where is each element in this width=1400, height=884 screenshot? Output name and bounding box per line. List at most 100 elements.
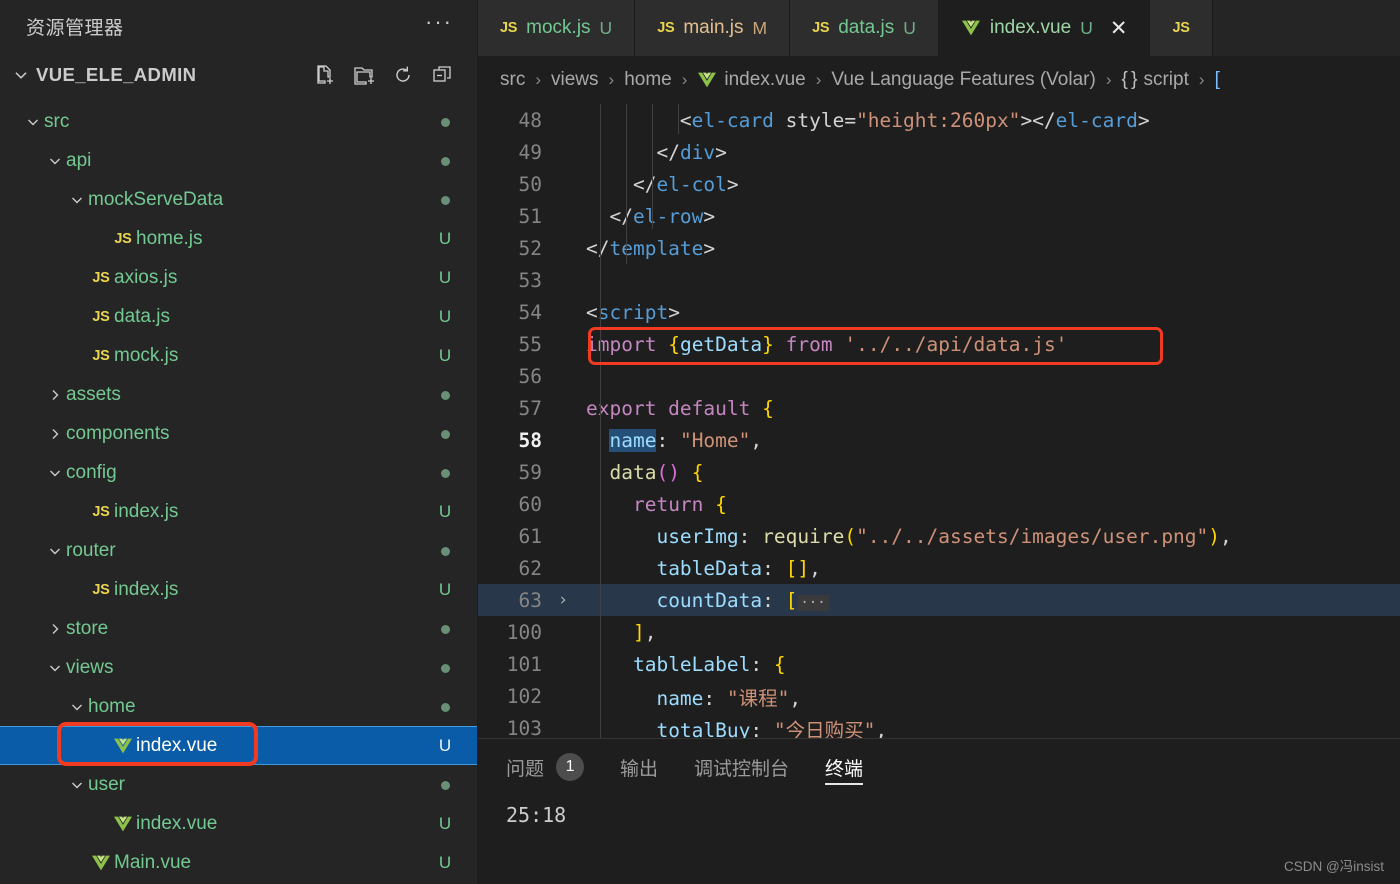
chevron-down-icon[interactable]	[6, 66, 36, 84]
js-file-icon: JS	[114, 230, 132, 247]
code-line-60[interactable]: 60 return {	[478, 488, 1400, 520]
code-line-54[interactable]: 54 <script>	[478, 296, 1400, 328]
code-line-52[interactable]: 52 </template>	[478, 232, 1400, 264]
code-line-62[interactable]: 62 tableData: [],	[478, 552, 1400, 584]
breadcrumb-item-views[interactable]: views	[551, 69, 599, 91]
tree-item-router[interactable]: router	[0, 531, 477, 570]
chevron-down-icon[interactable]	[66, 696, 88, 718]
tree-item-label: Main.vue	[114, 851, 192, 873]
panel-tab-问题[interactable]: 问题 1	[506, 739, 585, 795]
panel-tab-bar[interactable]: 问题 1 输出 调试控制台 终端	[478, 739, 1400, 795]
breadcrumb-item-src[interactable]: src	[500, 69, 525, 91]
editor-tab-bar[interactable]: JS mock.js U JS main.js M JS data.js Uindex.vue U…	[478, 0, 1400, 56]
workspace-root-label: VUE_ELE_ADMIN	[36, 64, 197, 85]
tree-item-components[interactable]: components	[0, 414, 477, 453]
tree-item-index-js[interactable]: JS index.js U	[0, 492, 477, 531]
breadcrumb-symbol-icon[interactable]: [	[1215, 69, 1220, 91]
chevron-down-icon[interactable]	[44, 462, 66, 484]
tree-item-label: store	[66, 617, 109, 639]
code-line-58[interactable]: 58 name: "Home",	[478, 424, 1400, 456]
more-actions-icon[interactable]: ···	[425, 11, 453, 35]
tree-item-Main-vue[interactable]: Main.vue U	[0, 843, 477, 882]
breadcrumb-label: index.vue	[724, 69, 806, 90]
code-line-51[interactable]: 51 </el-row>	[478, 200, 1400, 232]
tree-item-api[interactable]: api	[0, 141, 477, 180]
editor-tab-main-js[interactable]: JS main.js M	[635, 0, 791, 56]
breadcrumb-item-script[interactable]: { } script	[1122, 69, 1189, 91]
code-line-61[interactable]: 61 userImg: require("../../assets/images…	[478, 520, 1400, 552]
chevron-down-icon[interactable]	[66, 774, 88, 796]
editor-tab-index-vue[interactable]: index.vue U ✕	[938, 0, 1151, 56]
tree-item-home[interactable]: home	[0, 687, 477, 726]
code-line-49[interactable]: 49 </div>	[478, 136, 1400, 168]
refresh-icon[interactable]	[392, 64, 414, 86]
tree-item-index-vue[interactable]: index.vue U	[0, 726, 477, 765]
tree-item-src[interactable]: src	[0, 102, 477, 141]
editor-tab-data-js[interactable]: JS data.js U	[790, 0, 939, 56]
code-line-103[interactable]: 103 totalBuy: "今日购买",	[478, 712, 1400, 739]
code-line-102[interactable]: 102 name: "课程",	[478, 680, 1400, 712]
panel-tab-终端[interactable]: 终端	[825, 739, 864, 795]
tree-item-assets[interactable]: assets	[0, 375, 477, 414]
explorer-actions	[314, 64, 457, 86]
chevron-down-icon[interactable]	[66, 189, 88, 211]
tree-item-config[interactable]: config	[0, 453, 477, 492]
new-file-icon[interactable]	[314, 64, 336, 86]
tree-item-index-vue[interactable]: index.vue U	[0, 804, 477, 843]
line-content: data() {	[609, 460, 704, 484]
code-line-63[interactable]: 63 › countData: [···	[478, 584, 1400, 616]
code-line-53[interactable]: 53	[478, 264, 1400, 296]
close-icon[interactable]: ✕	[1110, 18, 1128, 39]
code-line-48[interactable]: 48 <el-card style="height:260px"></el-ca…	[478, 104, 1400, 136]
chevron-down-icon[interactable]	[22, 111, 44, 133]
git-status-dot	[437, 151, 453, 171]
fold-chevron-icon[interactable]: ›	[546, 590, 580, 610]
workspace-root-row[interactable]: VUE_ELE_ADMIN	[0, 52, 477, 98]
tree-item-index-js[interactable]: JS index.js U	[0, 570, 477, 609]
tree-item-mockServeData[interactable]: mockServeData	[0, 180, 477, 219]
tree-item-label: assets	[66, 383, 121, 405]
chevron-down-icon[interactable]	[44, 657, 66, 679]
new-folder-icon[interactable]	[353, 64, 375, 86]
tree-item-data-js[interactable]: JS data.js U	[0, 297, 477, 336]
tree-item-label: config	[66, 461, 117, 483]
breadcrumb[interactable]: src › views › home › index.vue › Vue Language Fe…	[478, 56, 1400, 104]
chevron-down-icon[interactable]	[44, 150, 66, 172]
tree-item-user[interactable]: user	[0, 765, 477, 804]
code-line-50[interactable]: 50 </el-col>	[478, 168, 1400, 200]
code-line-55[interactable]: 55 import {getData} from '../../api/data.…	[478, 328, 1400, 360]
terminal-output-line: 25:18	[506, 803, 567, 827]
code-editor[interactable]: 48 <el-card style="height:260px"></el-ca…	[478, 104, 1400, 738]
tree-item-views[interactable]: views	[0, 648, 477, 687]
breadcrumb-item-index-vue[interactable]: index.vue	[697, 69, 806, 91]
panel-tab-调试控制台[interactable]: 调试控制台	[694, 739, 789, 795]
chevron-right-icon[interactable]	[44, 618, 66, 640]
code-line-56[interactable]: 56	[478, 360, 1400, 392]
panel-tab-输出[interactable]: 输出	[620, 739, 658, 795]
line-content: export default {	[586, 396, 774, 420]
chevron-right-icon[interactable]	[44, 384, 66, 406]
editor-tab-partial[interactable]: JS	[1150, 0, 1213, 56]
tree-item-axios-js[interactable]: JS axios.js U	[0, 258, 477, 297]
line-number: 103	[506, 716, 542, 739]
code-line-101[interactable]: 101 tableLabel: {	[478, 648, 1400, 680]
collapse-all-icon[interactable]	[431, 64, 453, 86]
tree-item-mock-js[interactable]: JS mock.js U	[0, 336, 477, 375]
chevron-right-icon[interactable]	[44, 423, 66, 445]
editor-tab-mock-js[interactable]: JS mock.js U	[478, 0, 636, 56]
code-line-57[interactable]: 57 export default {	[478, 392, 1400, 424]
problems-count-badge: 1	[556, 753, 585, 781]
code-line-59[interactable]: 59 data() {	[478, 456, 1400, 488]
terminal-body[interactable]: 25:18	[478, 795, 1400, 884]
tree-item-label: mock.js	[114, 344, 179, 366]
file-tree[interactable]: src api mockServeData JS home.js U JS axios.js U…	[0, 98, 477, 884]
code-lines[interactable]: 48 <el-card style="height:260px"></el-ca…	[478, 104, 1400, 738]
line-content: name: "Home",	[609, 428, 763, 452]
tree-item-store[interactable]: store	[0, 609, 477, 648]
code-line-100[interactable]: 100 ],	[478, 616, 1400, 648]
chevron-down-icon[interactable]	[44, 540, 66, 562]
tree-item-home-js[interactable]: JS home.js U	[0, 219, 477, 258]
breadcrumb-item-home[interactable]: home	[624, 69, 672, 91]
breadcrumb-item-vue-language-features-volar-[interactable]: Vue Language Features (Volar)	[831, 69, 1095, 91]
